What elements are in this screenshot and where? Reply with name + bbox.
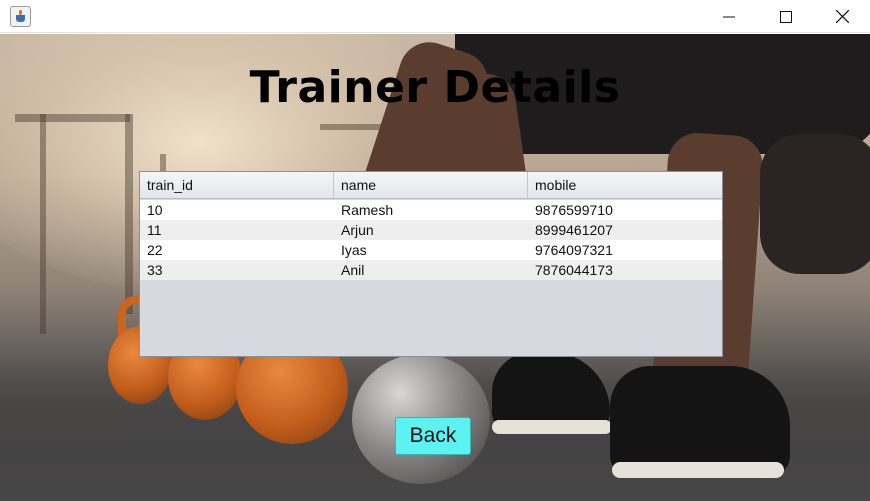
table-body: 10 Ramesh 9876599710 11 Arjun 8999461207… [140,200,722,280]
column-header-mobile[interactable]: mobile [528,172,722,199]
close-button[interactable] [814,0,870,33]
cell-train-id: 22 [147,242,163,258]
maximize-icon [779,10,792,23]
app-window: Trainer Details train_id name mobile 10 … [0,0,870,501]
trainer-table[interactable]: train_id name mobile 10 Ramesh 987659971… [139,171,723,357]
cell-train-id: 33 [147,262,163,278]
close-icon [836,10,849,23]
back-button[interactable]: Back [395,417,471,455]
cell-train-id: 10 [147,202,163,218]
table-row[interactable]: 10 Ramesh 9876599710 [140,200,722,220]
title-bar [0,0,870,33]
java-cup-icon[interactable] [10,6,31,27]
cell-mobile: 7876044173 [535,262,613,278]
column-header-name[interactable]: name [334,172,528,199]
cell-name: Anil [341,262,365,278]
maximize-button[interactable] [757,0,814,33]
cell-mobile: 9764097321 [535,242,613,258]
cell-name: Arjun [341,222,374,238]
table-header: train_id name mobile [140,172,722,199]
minimize-icon [722,16,735,17]
minimize-button[interactable] [700,0,757,33]
page-title: Trainer Details [249,62,621,113]
cell-mobile: 9876599710 [535,202,613,218]
table-row[interactable]: 11 Arjun 8999461207 [140,220,722,240]
column-header-train-id[interactable]: train_id [140,172,334,199]
cell-train-id: 11 [147,222,162,238]
table-row[interactable]: 33 Anil 7876044173 [140,260,722,280]
cell-name: Ramesh [341,202,394,218]
cell-mobile: 8999461207 [535,222,613,238]
cell-name: Iyas [341,242,367,258]
table-row[interactable]: 22 Iyas 9764097321 [140,240,722,260]
